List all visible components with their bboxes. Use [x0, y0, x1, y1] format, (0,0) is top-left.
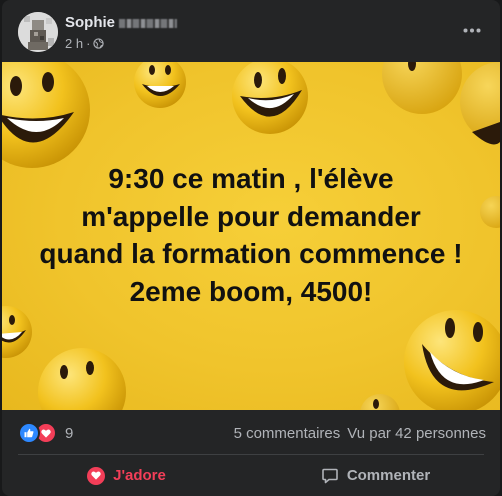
redacted-surname [119, 18, 178, 28]
comments-count-link[interactable]: 5 commentaires [234, 425, 341, 442]
caption-line: quand la formation commence ! [39, 238, 463, 269]
meta-separator: · [86, 36, 91, 51]
post-header: Sophie 2 h · [2, 0, 500, 62]
image-caption-text: 9:30 ce matin , l'élève m'appelle pour d… [2, 160, 500, 310]
stats-right: 5 commentaires Vu par 42 personnes [234, 425, 486, 442]
author-name-row[interactable]: Sophie [65, 14, 178, 31]
reaction-count[interactable]: 9 [65, 425, 73, 442]
caption-line: m'appelle pour demander [81, 200, 421, 232]
author-avatar[interactable] [18, 12, 58, 52]
seen-by-count[interactable]: Vu par 42 personnes [347, 425, 486, 442]
love-button-label: J'adore [113, 467, 166, 484]
comment-button[interactable]: Commenter [251, 455, 500, 496]
post-card: Sophie 2 h · 9:30 ce matin , l'élève m'a… [2, 0, 500, 496]
reactions-summary[interactable]: 9 [18, 422, 73, 444]
comment-icon [322, 468, 338, 483]
post-timestamp[interactable]: 2 h [65, 36, 83, 51]
love-reaction-button[interactable]: J'adore [2, 455, 251, 496]
caption-line: 9:30 ce matin , l'élève [108, 163, 394, 194]
post-actions: J'adore Commenter [2, 455, 500, 496]
more-options-button[interactable] [458, 18, 486, 42]
love-icon [87, 466, 106, 485]
caption-line: 2eme boom, 4500! [129, 275, 373, 307]
post-meta: 2 h · [65, 36, 105, 51]
post-stats: 9 5 commentaires Vu par 42 personnes [2, 410, 500, 454]
like-icon [18, 422, 40, 444]
author-name[interactable]: Sophie [65, 14, 115, 31]
comment-button-label: Commenter [346, 467, 431, 484]
more-options-icon [463, 28, 481, 32]
globe-icon [93, 38, 105, 49]
post-image[interactable]: 9:30 ce matin , l'élève m'appelle pour d… [2, 62, 500, 410]
